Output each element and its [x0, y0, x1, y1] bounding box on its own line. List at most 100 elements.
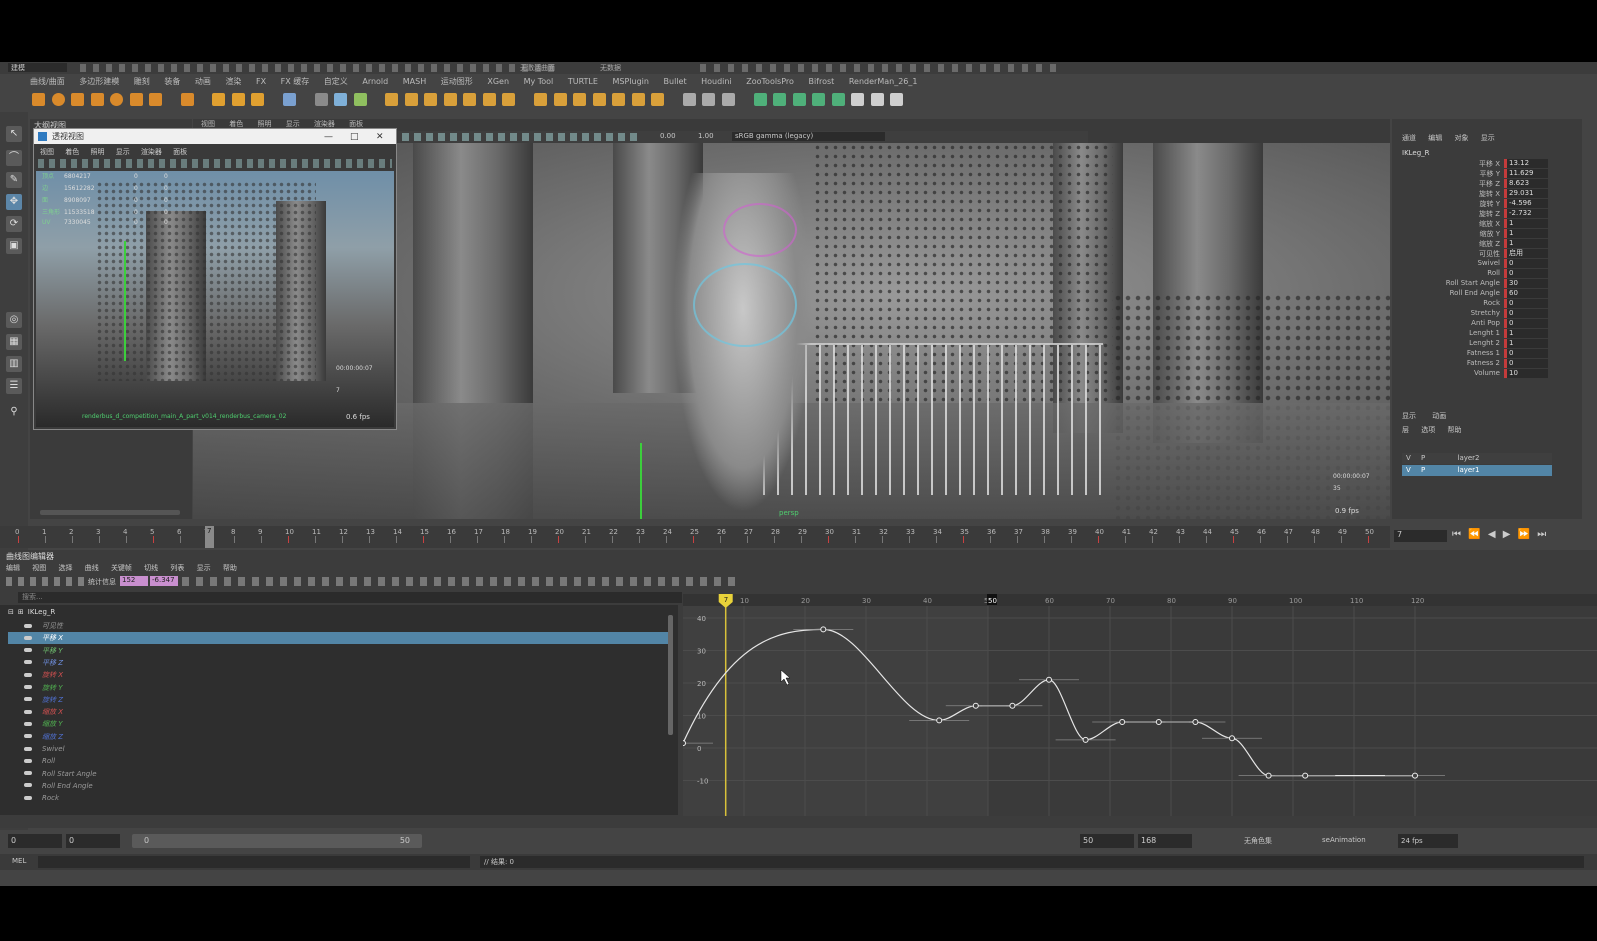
keyframe-point[interactable]: [936, 717, 943, 724]
pencil-icon[interactable]: [721, 93, 735, 106]
paint-select-icon[interactable]: ✎: [6, 172, 22, 188]
shelf-tab[interactable]: TURTLE: [568, 75, 598, 88]
float-menu-item[interactable]: 视图: [40, 148, 54, 156]
minimize-icon[interactable]: —: [324, 132, 333, 142]
channel-attribute-value[interactable]: 8.623: [1504, 179, 1548, 188]
window-title-bar[interactable]: 透视视图 — □ ✕: [34, 129, 396, 144]
eye-icon[interactable]: [24, 672, 32, 677]
viewport-toolbar-icons[interactable]: [402, 133, 642, 141]
graph-channel-row[interactable]: 平移 X: [8, 632, 668, 645]
sweep-icon[interactable]: [212, 93, 226, 106]
graph-channel-row[interactable]: 平移 Z: [8, 657, 668, 669]
cone-icon[interactable]: [90, 93, 104, 106]
float-toolbar[interactable]: [38, 159, 392, 168]
graph-channel-row[interactable]: 旋转 Z: [8, 694, 668, 706]
channel-attribute-row[interactable]: 缩放 Y 1: [1392, 229, 1552, 239]
shelf-tab[interactable]: XGen: [487, 75, 509, 88]
graph-channel-row[interactable]: 旋转 Y: [8, 682, 668, 694]
fps-dropdown[interactable]: 24 fps: [1398, 834, 1458, 848]
float-menu-item[interactable]: 面板: [173, 148, 187, 156]
key-value-field[interactable]: -6.347: [150, 576, 178, 586]
target-weld-icon[interactable]: [553, 93, 567, 106]
viewport-menu-item[interactable]: 着色: [229, 120, 243, 128]
soft-select-icon[interactable]: ◎: [6, 312, 22, 328]
graph-channel-row[interactable]: 可见性: [8, 620, 668, 632]
float-menu-item[interactable]: 显示: [116, 148, 130, 156]
shelf-tab[interactable]: 装备: [164, 75, 180, 88]
anim-layer-field[interactable]: seAnimation: [1322, 836, 1366, 844]
two-view-layout-icon[interactable]: ▥: [6, 356, 22, 372]
shelf-tab[interactable]: MSPlugin: [613, 75, 649, 88]
graph-menu-item[interactable]: 帮助: [223, 564, 237, 572]
channel-attribute-row[interactable]: 旋转 Y -4.596: [1392, 199, 1552, 209]
move-manipulator-y[interactable]: [640, 443, 642, 519]
shelf-tab[interactable]: 曲线/曲面: [30, 75, 65, 88]
graph-outliner-scrollbar[interactable]: [668, 615, 673, 735]
uv-checker-icon[interactable]: [851, 93, 865, 106]
shelf-tab[interactable]: 动画: [195, 75, 211, 88]
eye-icon[interactable]: [24, 734, 32, 739]
live-surface-field[interactable]: 无激活曲面: [520, 63, 555, 73]
graph-channel-row[interactable]: 缩放 Y: [8, 718, 668, 730]
rig-control[interactable]: [723, 203, 797, 257]
float-menu-item[interactable]: 着色: [65, 148, 79, 156]
keyframe-point[interactable]: [1046, 676, 1052, 683]
uv-straighten-icon[interactable]: [890, 93, 904, 106]
multi-cut-icon[interactable]: [534, 93, 548, 106]
end-frame-field[interactable]: 50: [1080, 834, 1134, 848]
graph-search-field[interactable]: 搜索...: [18, 592, 682, 603]
layer-visibility-toggle[interactable]: V: [1406, 454, 1411, 462]
channel-menu-item[interactable]: 通道: [1402, 134, 1416, 142]
move-tool-icon[interactable]: ✥: [6, 194, 22, 210]
channel-attribute-row[interactable]: Roll End Angle 60: [1392, 289, 1552, 299]
sphere-icon[interactable]: [51, 93, 65, 106]
channel-attribute-row[interactable]: Roll 0: [1392, 269, 1552, 279]
channel-attribute-value[interactable]: 13.12: [1504, 159, 1548, 168]
keyframe-point[interactable]: [1009, 702, 1016, 709]
channel-attribute-row[interactable]: Rock 0: [1392, 299, 1552, 309]
channel-attribute-value[interactable]: 10: [1504, 369, 1548, 378]
text-icon[interactable]: [231, 93, 245, 106]
eye-icon[interactable]: [24, 758, 32, 763]
eye-icon[interactable]: [24, 709, 32, 714]
graph-channel-row[interactable]: Roll Start Angle: [8, 768, 668, 780]
close-icon[interactable]: ✕: [376, 132, 384, 142]
go-to-end-icon[interactable]: ⏭: [1537, 529, 1546, 540]
channel-attribute-value[interactable]: 0: [1504, 349, 1548, 358]
character-set-field[interactable]: 无角色集: [1244, 836, 1272, 846]
shelf-tab[interactable]: 自定义: [324, 75, 348, 88]
channel-attribute-row[interactable]: 旋转 X 29.031: [1392, 189, 1552, 199]
eye-icon[interactable]: [24, 771, 32, 776]
keyframe-point[interactable]: [1155, 719, 1162, 725]
graph-channel-row[interactable]: 缩放 X: [8, 706, 668, 718]
channel-attribute-value[interactable]: 1: [1504, 219, 1548, 228]
channel-object-name[interactable]: IKLeg_R: [1402, 149, 1430, 157]
colorspace-dropdown[interactable]: sRGB gamma (legacy): [732, 132, 885, 141]
eye-icon[interactable]: [24, 648, 32, 653]
step-back-key-icon[interactable]: ⏪: [1468, 529, 1480, 540]
time-slider-current-frame[interactable]: 7: [205, 526, 214, 548]
graph-channel-row[interactable]: Swivel: [8, 743, 668, 755]
torus-icon[interactable]: [110, 93, 124, 106]
shelf-tab[interactable]: MASH: [403, 75, 426, 88]
channel-attribute-row[interactable]: Anti Pop 0: [1392, 319, 1552, 329]
channel-attribute-value[interactable]: 1: [1504, 239, 1548, 248]
channel-attribute-value[interactable]: 0: [1504, 259, 1548, 268]
outliner-layout-icon[interactable]: ☰: [6, 378, 22, 394]
separate-icon[interactable]: [334, 93, 348, 106]
uv-cut-icon[interactable]: [792, 93, 806, 106]
graph-channel-row[interactable]: 旋转 X: [8, 669, 668, 681]
move-manipulator-y[interactable]: [124, 241, 126, 361]
key-tool-icons[interactable]: [6, 577, 84, 586]
channel-attribute-value[interactable]: 1: [1504, 339, 1548, 348]
graph-menu-item[interactable]: 编辑: [6, 564, 20, 572]
eye-icon[interactable]: [24, 721, 32, 726]
layer-menu-item[interactable]: 选项: [1421, 426, 1435, 434]
graph-menu-item[interactable]: 选择: [58, 564, 72, 572]
data-field[interactable]: 无数据: [600, 63, 621, 73]
shelf-tab[interactable]: Houdini: [701, 75, 732, 88]
workspace-selector[interactable]: 建模: [8, 63, 67, 72]
step-back-icon[interactable]: ◀: [1488, 529, 1496, 540]
shelf-tab[interactable]: FX 缓存: [281, 75, 310, 88]
shelf-tab[interactable]: Arnold: [362, 75, 388, 88]
